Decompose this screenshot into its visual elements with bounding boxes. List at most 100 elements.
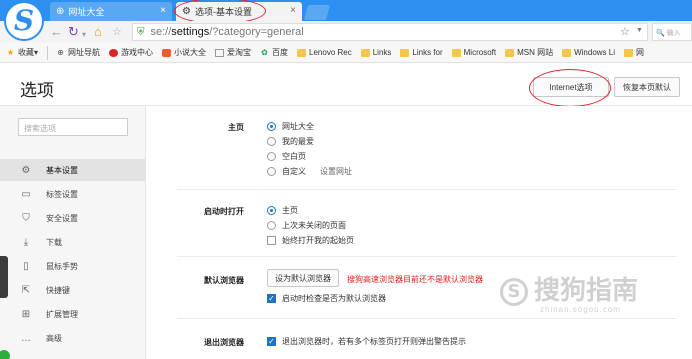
- divider: [177, 256, 677, 257]
- checkbox[interactable]: [267, 236, 276, 245]
- sidebar-item-general[interactable]: ⚙ 基本设置: [0, 159, 146, 181]
- settings-sidebar: 搜索选项 ⚙ 基本设置 ▭ 标签设置 ⛉ 安全设置 ⤓ 下载 ▯ 鼠标手势 ⇱ 快捷键 ⊞ 扩…: [0, 106, 146, 359]
- bookmark-folder[interactable]: Microsoft: [451, 48, 496, 57]
- page-title: 选项: [20, 81, 54, 101]
- homepage-option-favorites[interactable]: 我的最爱: [267, 136, 314, 147]
- search-icon: 🔍: [656, 30, 665, 37]
- mouse-icon: ▯: [23, 260, 29, 272]
- default-browser-warning: 搜狗高速浏览器目前还不是默认浏览器: [347, 275, 483, 284]
- homepage-option-blank[interactable]: 空白页: [267, 151, 306, 162]
- bookmark-item[interactable]: ✿ 百度: [260, 47, 288, 58]
- search-input[interactable]: 🔍 输入: [652, 23, 692, 41]
- secure-shield-icon: ⛨: [137, 26, 145, 38]
- globe-icon: ⊕: [57, 47, 64, 57]
- bookmark-item[interactable]: 游戏中心: [109, 47, 153, 58]
- chevron-down-icon[interactable]: ▾: [82, 27, 86, 43]
- bookmark-item[interactable]: ⊕ 网址导航: [56, 47, 100, 58]
- back-icon[interactable]: ←: [50, 24, 63, 40]
- search-options-input[interactable]: 搜索选项: [18, 118, 128, 136]
- star-icon: ★: [6, 47, 15, 57]
- radio-button[interactable]: [267, 122, 276, 131]
- sidebar-item-mouse-gestures[interactable]: ▯ 鼠标手势: [0, 255, 146, 277]
- radio-button[interactable]: [267, 221, 276, 230]
- globe-icon: ⊕: [56, 6, 65, 17]
- bookmark-item[interactable]: 小说大全: [162, 47, 206, 58]
- close-tab-icon[interactable]: ×: [160, 5, 166, 16]
- page-icon: [215, 48, 225, 57]
- startup-option-homepage[interactable]: 主页: [267, 205, 298, 216]
- tab-url-directory[interactable]: ⊕ 网址大全 ×: [50, 2, 172, 21]
- bookmark-favorites[interactable]: ★ 收藏 ▾: [6, 47, 38, 58]
- bookmark-folder[interactable]: Links: [360, 48, 391, 57]
- gear-icon: ⚙: [21, 164, 31, 176]
- shortcut-icon: ⇱: [21, 284, 31, 296]
- status-dot[interactable]: [0, 350, 10, 359]
- folder-icon: [400, 48, 410, 57]
- divider: [47, 45, 49, 60]
- default-browser-label: 默认浏览器: [204, 276, 244, 285]
- bookmark-folder[interactable]: Links for: [400, 48, 443, 57]
- chevron-down-icon[interactable]: ▼: [636, 27, 643, 34]
- homepage-option-directory[interactable]: 网址大全: [267, 121, 314, 132]
- checkbox[interactable]: ✓: [267, 337, 276, 346]
- browser-logo[interactable]: S: [4, 1, 44, 41]
- bookmark-folder[interactable]: 网: [624, 47, 644, 58]
- radio-button[interactable]: [267, 137, 276, 146]
- homepage-label: 主页: [228, 123, 244, 132]
- folder-icon: [451, 48, 461, 57]
- warn-on-exit-multiple-tabs[interactable]: ✓ 退出浏览器时，若有多个标签页打开则弹出警告提示: [267, 336, 466, 347]
- close-tab-icon[interactable]: ×: [290, 5, 296, 16]
- folder-icon: [297, 48, 307, 57]
- restore-defaults-button[interactable]: 恢复本页默认: [614, 77, 680, 97]
- set-default-browser-button[interactable]: 设为默认浏览器: [267, 269, 339, 287]
- check-default-on-startup[interactable]: ✓ 启动时检查是否为默认浏览器: [267, 293, 386, 304]
- favorite-icon[interactable]: ☆: [112, 24, 122, 40]
- radio-button[interactable]: [267, 167, 276, 176]
- startup-label: 启动时打开: [204, 207, 244, 216]
- sidebar-item-advanced[interactable]: … 高级: [0, 327, 146, 349]
- sidebar-item-tabs[interactable]: ▭ 标签设置: [0, 183, 146, 205]
- new-tab-button[interactable]: [303, 5, 331, 20]
- download-icon: ⤓: [23, 236, 29, 248]
- folder-icon: [624, 48, 633, 57]
- address-toolbar: ← ↻ ▾ ⌂ ☆ ⛨ se://settings/?category=gene…: [0, 21, 692, 43]
- radio-button[interactable]: [267, 152, 276, 161]
- folder-icon: [360, 48, 370, 57]
- side-panel-handle[interactable]: [0, 256, 8, 298]
- startup-always-open-start-page[interactable]: 始终打开我的起始页: [267, 235, 354, 246]
- set-url-link[interactable]: 设置网址: [320, 166, 352, 177]
- bookmark-folder[interactable]: MSN 网站: [505, 47, 553, 58]
- exit-browser-label: 退出浏览器: [204, 338, 244, 347]
- page-header: 选项 Internet选项 恢复本页默认: [0, 63, 692, 107]
- folder-icon: [505, 48, 515, 57]
- radio-button[interactable]: [267, 206, 276, 215]
- checkbox[interactable]: ✓: [267, 294, 276, 303]
- sidebar-item-shortcuts[interactable]: ⇱ 快捷键: [0, 279, 146, 301]
- internet-options-button[interactable]: Internet选项: [533, 77, 609, 97]
- tab-settings[interactable]: ⚙ 选项-基本设置 ×: [176, 2, 302, 21]
- tab-label: 选项-基本设置: [194, 7, 252, 17]
- settings-content: 主页 网址大全 我的最爱 空白页 自定义 设置网址 启动时打开 主页 上次未关闭的…: [147, 106, 692, 359]
- tab-icon: ▭: [21, 188, 31, 200]
- bookmark-star-icon[interactable]: ☆: [620, 25, 630, 38]
- divider: [177, 189, 677, 190]
- novel-icon: [162, 48, 172, 57]
- bookmarks-bar: ★ 收藏 ▾ ⊕ 网址导航 游戏中心 小说大全 爱淘宝 ✿ 百度 Lenovo Rec …: [0, 43, 692, 63]
- homepage-option-custom[interactable]: 自定义 设置网址: [267, 166, 352, 177]
- home-icon[interactable]: ⌂: [94, 24, 102, 40]
- shield-icon: ⛉: [22, 212, 30, 224]
- sidebar-item-security[interactable]: ⛉ 安全设置: [0, 207, 146, 229]
- bookmark-folder[interactable]: Windows Li: [562, 48, 615, 57]
- tab-label: 网址大全: [68, 7, 105, 17]
- refresh-icon[interactable]: ↻: [68, 24, 79, 40]
- divider: [177, 318, 677, 319]
- startup-option-last-session[interactable]: 上次未关闭的页面: [267, 220, 346, 231]
- game-icon: [109, 48, 119, 57]
- watermark-url: zhinan.sogou.com: [540, 305, 621, 314]
- bookmark-folder[interactable]: Lenovo Rec: [297, 48, 352, 57]
- sidebar-item-download[interactable]: ⤓ 下载: [0, 231, 146, 253]
- sidebar-item-extensions[interactable]: ⊞ 扩展管理: [0, 303, 146, 325]
- bookmark-item[interactable]: 爱淘宝: [215, 47, 251, 58]
- gear-icon: ⚙: [182, 6, 191, 17]
- url-bar[interactable]: ⛨ se://settings/?category=general: [132, 23, 648, 41]
